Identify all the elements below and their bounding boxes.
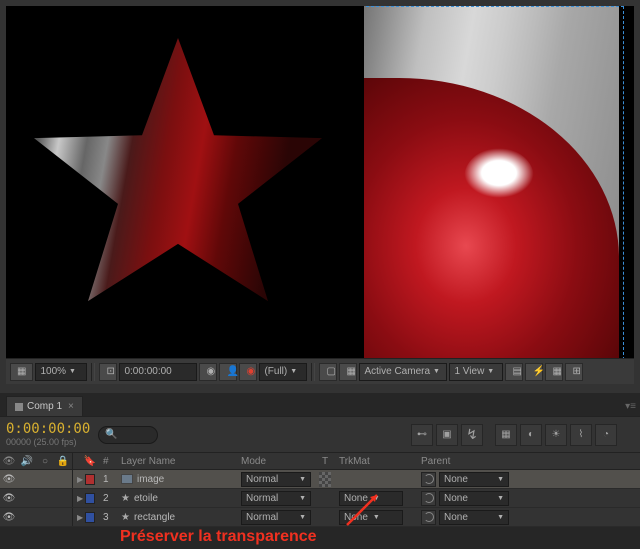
preserve-transparency-header[interactable]: T — [315, 453, 335, 469]
shape-layer-icon: ★ — [121, 493, 130, 504]
frame-blend-icon[interactable]: ▦ — [495, 424, 517, 446]
magnification-dropdown[interactable]: 100%▼ — [35, 363, 87, 381]
lock-header-icon[interactable]: 🔒 — [54, 453, 72, 469]
layer-row[interactable]: 👁▶3★rectangleNormal▼None▼None▼ — [0, 508, 640, 527]
color-label[interactable] — [85, 512, 95, 523]
tab-label: Comp 1 — [27, 401, 62, 412]
motion-blur-icon[interactable]: ◐ — [520, 424, 542, 446]
timeline-header: 0:00:00:00 00000 (25.00 fps) 🔍 ⊷ ▣ ↯ ▦ ◐… — [0, 416, 640, 452]
brainstorm-icon[interactable]: ☀ — [545, 424, 567, 446]
resolution-dropdown[interactable]: (Full)▼ — [259, 363, 307, 381]
shape-layer-icon: ★ — [121, 512, 130, 523]
timecode-display[interactable]: 0:00:00:00 — [119, 363, 197, 381]
viewer-grid-icon[interactable]: ⊡ — [99, 363, 117, 381]
mode-header[interactable]: Mode — [237, 453, 315, 469]
star-layer-preview — [28, 38, 328, 324]
timeline-icon[interactable]: ▦ — [545, 363, 563, 381]
channel-icon[interactable]: ◉ — [239, 363, 257, 381]
label-header-icon[interactable]: 🔖 — [81, 453, 99, 469]
parent-pickwhip-icon[interactable] — [421, 472, 436, 487]
layer-name: rectangle — [134, 512, 175, 523]
trkmat-dropdown[interactable]: None▼ — [339, 491, 403, 506]
pixel-aspect-icon[interactable]: ▤ — [505, 363, 523, 381]
parent-pickwhip-icon[interactable] — [421, 491, 436, 506]
trkmat-header[interactable]: TrkMat — [335, 453, 407, 469]
rectangle-layer-preview — [364, 6, 619, 358]
layer-row[interactable]: 👁▶1imageNormal▼None▼ — [0, 470, 640, 489]
image-content — [364, 78, 619, 358]
roi-icon[interactable]: ▢ — [319, 363, 337, 381]
viewer-toolbar: ▦ 100%▼ ⊡ 0:00:00:00 ◉ 👤 ◉ (Full)▼ ▢ ▦ A… — [6, 358, 634, 384]
specular-highlight — [464, 148, 534, 198]
layer-index: 1 — [99, 470, 117, 488]
video-header-icon[interactable]: 👁 — [0, 453, 18, 469]
fast-previews-icon[interactable]: ⚡ — [525, 363, 543, 381]
selection-outline — [366, 6, 624, 8]
visibility-toggle[interactable]: 👁 — [3, 474, 16, 485]
comp-tab[interactable]: Comp 1 × — [6, 396, 83, 416]
layer-name: image — [137, 474, 164, 485]
composition-viewer: ▦ 100%▼ ⊡ 0:00:00:00 ◉ 👤 ◉ (Full)▼ ▢ ▦ A… — [0, 0, 640, 393]
visibility-toggle[interactable]: 👁 — [3, 493, 16, 504]
index-header[interactable]: # — [99, 453, 117, 469]
camera-dropdown[interactable]: Active Camera▼ — [359, 363, 447, 381]
solo-header-icon[interactable]: ○ — [36, 453, 54, 469]
auto-keyframe-icon[interactable]: ◔ — [595, 424, 617, 446]
blend-mode-dropdown[interactable]: Normal▼ — [241, 472, 311, 487]
snapshot-icon[interactable]: ◉ — [199, 363, 217, 381]
blend-mode-dropdown[interactable]: Normal▼ — [241, 510, 311, 525]
trkmat-dropdown[interactable]: None▼ — [339, 510, 403, 525]
frame-rate-display: 00000 (25.00 fps) — [6, 437, 90, 447]
layer-name-header[interactable]: Layer Name — [117, 453, 237, 469]
audio-header-icon[interactable]: 🔊 — [18, 453, 36, 469]
parent-pickwhip-icon[interactable] — [421, 510, 436, 525]
selection-outline — [622, 6, 624, 358]
color-label[interactable] — [85, 493, 95, 504]
transparency-grid-icon[interactable]: ▦ — [339, 363, 357, 381]
preserve-transparency-toggle[interactable] — [319, 472, 331, 487]
comp-flowchart-icon[interactable]: ⊞ — [565, 363, 583, 381]
layer-row[interactable]: 👁▶2★etoileNormal▼None▼None▼ — [0, 489, 640, 508]
image-layer-icon — [121, 474, 133, 484]
layer-name: etoile — [134, 493, 158, 504]
always-preview-icon[interactable]: ▦ — [10, 363, 33, 381]
parent-dropdown[interactable]: None▼ — [439, 510, 509, 525]
parent-header[interactable]: Parent — [417, 453, 507, 469]
column-headers: 👁 🔊 ○ 🔒 🔖 # Layer Name Mode T TrkMat Par… — [0, 452, 640, 470]
graph-editor-icon[interactable]: ⌇ — [570, 424, 592, 446]
views-dropdown[interactable]: 1 View▼ — [449, 363, 503, 381]
parent-dropdown[interactable]: None▼ — [439, 491, 509, 506]
timeline-tabs: Comp 1 × ▾≡ — [0, 393, 640, 416]
comp-mini-flowchart-icon[interactable]: ⊷ — [411, 424, 433, 446]
hide-shy-icon[interactable]: ↯ — [461, 424, 483, 446]
color-label[interactable] — [85, 474, 95, 485]
search-input[interactable]: 🔍 — [98, 426, 158, 444]
color-label — [15, 403, 23, 411]
annotation-text: Préserver la transparence — [120, 528, 317, 546]
current-time[interactable]: 0:00:00:00 — [6, 421, 90, 437]
visibility-toggle[interactable]: 👁 — [3, 512, 16, 523]
layer-index: 3 — [99, 508, 117, 526]
blend-mode-dropdown[interactable]: Normal▼ — [241, 491, 311, 506]
close-icon[interactable]: × — [68, 401, 74, 412]
draft-3d-icon[interactable]: ▣ — [436, 424, 458, 446]
parent-dropdown[interactable]: None▼ — [439, 472, 509, 487]
show-snapshot-icon[interactable]: 👤 — [219, 363, 237, 381]
layer-index: 2 — [99, 489, 117, 507]
panel-menu-icon[interactable]: ▾≡ — [621, 397, 640, 416]
preview-canvas[interactable] — [6, 6, 634, 358]
